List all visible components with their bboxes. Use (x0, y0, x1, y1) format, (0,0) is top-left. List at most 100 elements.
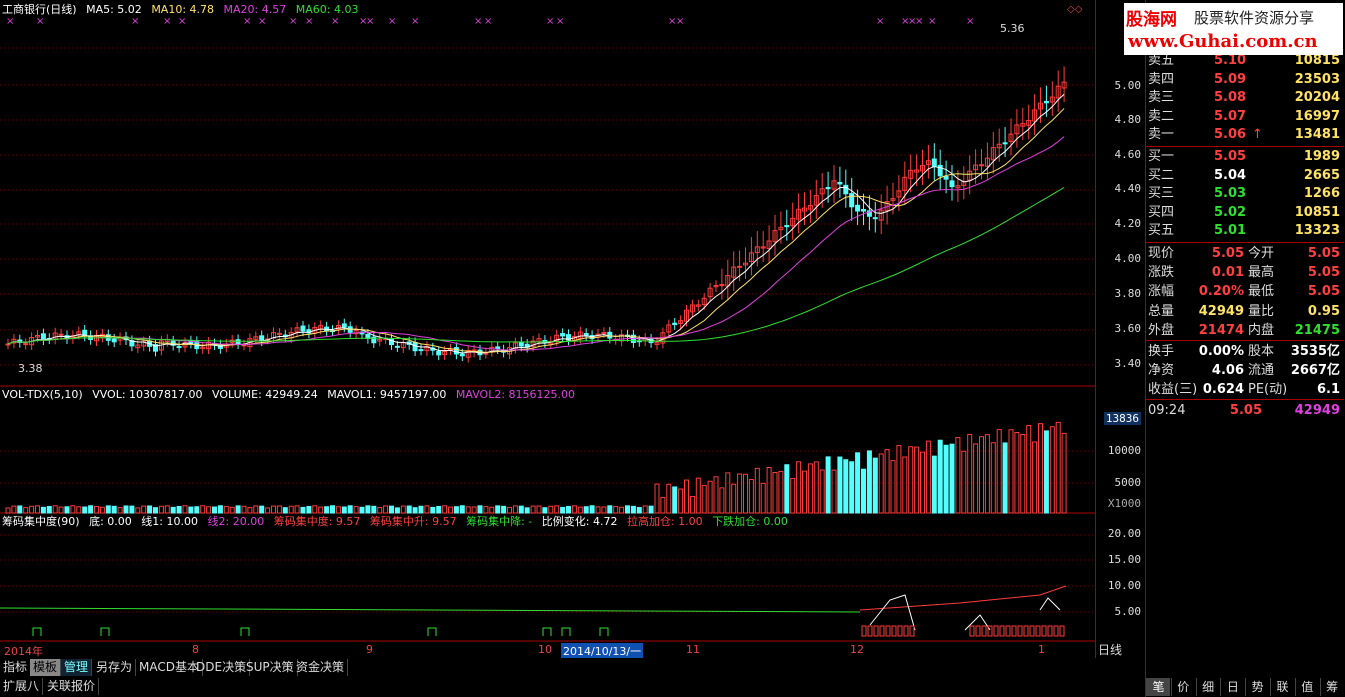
chip-bar (1047, 625, 1053, 637)
candle-body (459, 353, 465, 357)
bid-label: 买四 (1148, 204, 1175, 220)
mavol2-value: MAVOL2: 8156125.00 (455, 388, 576, 401)
ask-row[interactable]: 卖二 5.07 16997 (1146, 108, 1344, 125)
volume-bar (23, 507, 29, 514)
candle-body (855, 204, 861, 212)
volume-bar (583, 506, 589, 514)
ask-row[interactable]: 卖一 5.06 ↑ 13481 (1146, 126, 1344, 143)
stat-value: 0.624 (1202, 382, 1244, 397)
ask-price: 5.09 (1214, 71, 1247, 87)
volume-bar (365, 505, 371, 514)
chip-header: 筹码集中度(90) 底: 0.00 线1: 10.00 线2: 20.00 筹码… (2, 515, 794, 529)
volume-bar (766, 466, 772, 514)
bid-row[interactable]: 买五 5.01 13323 (1146, 222, 1344, 239)
right-tab[interactable]: 势 (1245, 678, 1269, 696)
volume-bar (330, 505, 335, 514)
volume-bar (619, 506, 625, 514)
volume-bar (129, 505, 135, 514)
signal-marker: × (289, 16, 297, 27)
tab-extend[interactable]: 扩展八 (0, 678, 44, 695)
volume-bar (383, 505, 389, 514)
bid-row[interactable]: 买三 5.03 1266 (1146, 185, 1344, 202)
chip-tick: 10.00 (1107, 579, 1141, 592)
volume-bar (607, 505, 613, 514)
volume-bar (217, 505, 223, 514)
tab-related-quote[interactable]: 关联报价 (44, 678, 100, 695)
tab-dde[interactable]: DDE决策 (193, 659, 251, 676)
volume-bar (636, 507, 642, 514)
volume-bar (206, 506, 212, 514)
volume-bar (194, 506, 200, 514)
chip-bar (975, 625, 981, 637)
volume-bar (890, 460, 896, 514)
tab-save-as[interactable]: 另存为 (93, 659, 137, 676)
date-label-cursor[interactable]: 2014/10/13/一 (561, 643, 644, 659)
bid-volume: 1266 (1303, 186, 1340, 201)
stat-value: 5.05 (1307, 284, 1340, 300)
date-label-sep: 9 (366, 643, 373, 656)
volume-bar (164, 505, 170, 514)
bid-row[interactable]: 买一 5.05 1989 (1146, 148, 1344, 165)
right-tab[interactable]: 细 (1195, 678, 1220, 696)
right-tab[interactable]: 笔 (1146, 678, 1170, 696)
candle-body (40, 333, 46, 341)
volume-bar (790, 478, 796, 514)
tab-template[interactable]: 模板 (30, 659, 62, 676)
stat-value: 5.05 (1307, 265, 1340, 281)
stock-title: 工商银行(日线) (2, 3, 77, 16)
volume-bar (825, 456, 831, 514)
tab-fund[interactable]: 资金决策 (293, 659, 349, 676)
candle-body (341, 323, 347, 328)
volume-bar (70, 505, 76, 514)
vol-indicator-name: VOL-TDX(5,10) (2, 388, 83, 401)
candle-body (324, 326, 330, 332)
ask-row[interactable]: 卖四 5.09 23503 (1146, 71, 1344, 88)
volume-bar (613, 506, 619, 514)
right-tab[interactable]: 联 (1270, 678, 1294, 696)
right-tab[interactable]: 值 (1294, 678, 1319, 696)
tab-indicator[interactable]: 指标 (0, 659, 32, 676)
volume-bar (471, 506, 477, 514)
volume-bar (477, 505, 483, 514)
bid-row[interactable]: 买四 5.02 10851 (1146, 204, 1344, 221)
right-tab[interactable]: 筹 (1319, 678, 1344, 696)
volume-bar (925, 440, 931, 514)
tab-sup[interactable]: SUP决策 (243, 659, 298, 676)
stat-value: 5.05 (1307, 246, 1340, 261)
kline-chart[interactable]: × × × × × × × × × × ×× × × × × × × × × × ××× × × (0, 0, 1095, 658)
ask-row[interactable]: 卖三 5.08 20204 (1146, 89, 1344, 106)
volume-bar (389, 505, 394, 514)
volume-bar (666, 483, 672, 514)
volume-bar (920, 451, 925, 514)
stat-row: 净资 4.06 流通 2667亿 (1146, 361, 1344, 380)
chip-ratio: 比例变化: 4.72 (541, 515, 618, 528)
volume-bar (300, 506, 306, 514)
candle-body (259, 335, 265, 342)
stat-label: 现价 (1148, 246, 1175, 261)
right-tab[interactable]: 价 (1170, 678, 1195, 696)
volume-bar (465, 506, 471, 514)
tab-manage[interactable]: 管理 (61, 659, 93, 676)
stat-label: 总量 (1148, 303, 1175, 319)
chip-signal (542, 627, 552, 636)
volume-bar (170, 506, 176, 514)
period-label[interactable]: 日线 (1098, 641, 1122, 658)
right-tab[interactable]: 日 (1220, 678, 1244, 696)
volume-bar (642, 505, 648, 514)
diamond-icon[interactable]: ◇◇ (1067, 4, 1082, 15)
ask-label: 卖一 (1148, 127, 1175, 142)
volume-bar (1014, 431, 1020, 514)
watermark-slogan: 股票软件资源分享 (1194, 9, 1315, 27)
chip-signal (561, 627, 571, 636)
volume-bar (223, 506, 229, 514)
volume-bar (212, 506, 217, 514)
volume-bar (967, 434, 973, 514)
candle-body (111, 338, 117, 343)
volume-bar (931, 455, 937, 514)
price-tick: 4.80 (1114, 113, 1142, 126)
candle-body (418, 349, 424, 352)
volume-bar (536, 505, 542, 514)
bid-row[interactable]: 买二 5.04 2665 (1146, 167, 1344, 184)
chart-area[interactable]: × × × × × × × × × × × × × × × × × × × × × × × × × × 工商银行(日线) MA5:… (0, 0, 1095, 659)
candle-body (601, 332, 607, 335)
